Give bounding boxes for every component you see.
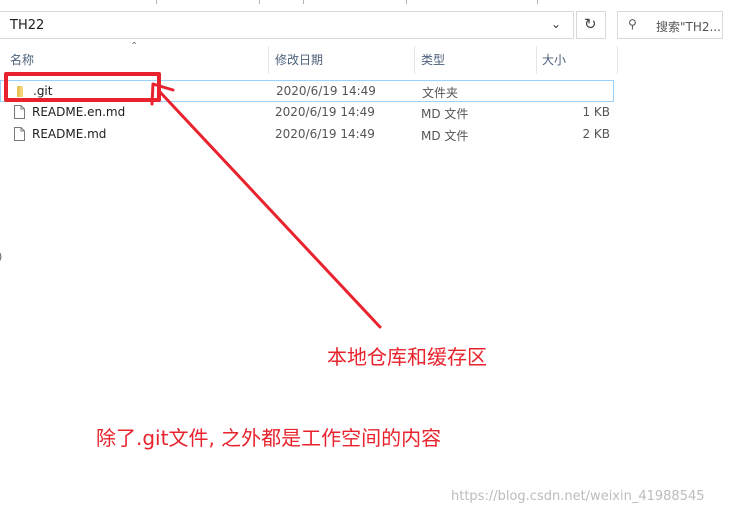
file-row-readme[interactable]: README.md 2020/6/19 14:49 MD 文件 2 KB (0, 124, 614, 146)
address-bar[interactable]: TH22 ⌄ (0, 11, 574, 39)
file-type: 文件夹 (422, 86, 459, 100)
nav-pane-edge: ) (0, 250, 2, 263)
toolbar-divider (537, 0, 538, 4)
column-divider[interactable] (536, 46, 537, 74)
file-size: 2 KB (582, 127, 610, 141)
annotation-highlight-box (4, 72, 161, 102)
sort-ascending-icon: ⌃ (130, 41, 139, 52)
file-type: MD 文件 (421, 129, 469, 143)
chevron-down-icon[interactable]: ⌄ (548, 17, 564, 33)
file-icon (14, 105, 25, 119)
file-name: README.md (32, 127, 107, 141)
column-header-type[interactable]: 类型 (421, 46, 445, 74)
toolbar-divider (259, 0, 260, 4)
file-icon (14, 127, 25, 141)
toolbar-divider (406, 0, 407, 4)
annotation-repo-label: 本地仓库和缓存区 (327, 345, 487, 369)
annotation-workspace-label: 除了.git文件, 之外都是工作空间的内容 (96, 426, 442, 450)
column-divider[interactable] (617, 46, 618, 74)
watermark-text: https://blog.csdn.net/weixin_41988545 (451, 489, 705, 504)
file-row-readme-en[interactable]: README.en.md 2020/6/19 14:49 MD 文件 1 KB (0, 102, 614, 124)
file-name: README.en.md (32, 105, 126, 119)
column-header-name[interactable]: 名称 (10, 46, 34, 74)
address-path: TH22 (10, 18, 45, 33)
search-input[interactable]: ⚲ 搜索"TH2... (617, 11, 723, 39)
file-size: 1 KB (582, 105, 610, 119)
file-date: 2020/6/19 14:49 (276, 84, 376, 98)
column-divider[interactable] (268, 46, 269, 74)
file-date: 2020/6/19 14:49 (275, 127, 375, 141)
column-divider[interactable] (414, 46, 415, 74)
top-toolbar-strip (0, 0, 732, 6)
column-header-size[interactable]: 大小 (542, 46, 566, 74)
search-icon: ⚲ (628, 17, 637, 31)
file-type: MD 文件 (421, 107, 469, 121)
refresh-button[interactable]: ↻ (576, 11, 606, 39)
toolbar-divider (303, 0, 304, 4)
toolbar-divider (156, 0, 157, 4)
column-header-row: ⌃ 名称 修改日期 类型 大小 (0, 41, 618, 74)
column-header-date[interactable]: 修改日期 (275, 46, 323, 74)
refresh-icon: ↻ (584, 15, 597, 33)
search-placeholder: 搜索"TH2... (656, 20, 721, 34)
file-date: 2020/6/19 14:49 (275, 105, 375, 119)
